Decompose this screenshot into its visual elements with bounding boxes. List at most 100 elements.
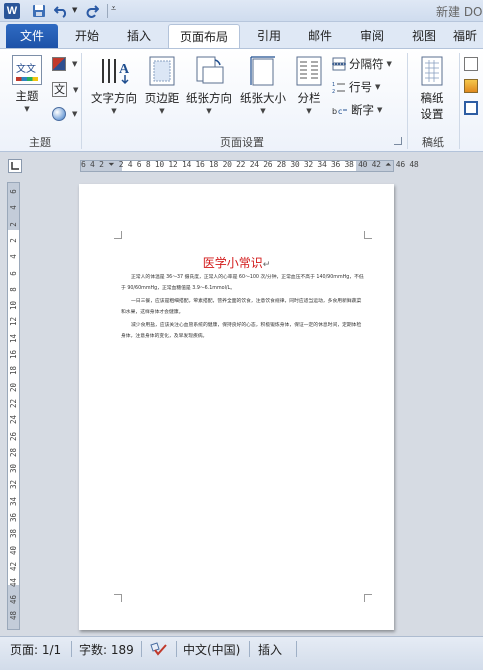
horizontal-ruler[interactable]: 6 4 2 ⏷ 2 4 6 8 10 12 14 16 18 20 22 24 … [80, 160, 419, 172]
undo-dropdown-caret[interactable]: ▼ [72, 6, 77, 14]
orientation-label: 纸张方向 [186, 91, 232, 105]
customize-quick-access-icon[interactable]: ⩡ [111, 4, 116, 14]
themes-button[interactable]: 文文 主题 ▼ [8, 55, 46, 113]
theme-colors-icon [52, 57, 66, 71]
document-paragraph[interactable]: 一日三餐，应该是粗细搭配，荤素搭配，营养全面的饮食，注意饮食规律，同时应适当运动… [121, 296, 366, 318]
vertical-ruler-number: 38 [9, 529, 18, 539]
word-app-icon[interactable]: W [4, 3, 20, 19]
page-color-icon [464, 79, 478, 93]
theme-effects-icon [52, 107, 66, 121]
tab-foxit[interactable]: 福昕 [453, 24, 483, 48]
page-color-button[interactable] [464, 79, 478, 93]
language-indicator[interactable]: 中文(中国) [183, 641, 240, 658]
vertical-ruler-number: 16 [9, 349, 18, 360]
watermark-button[interactable] [464, 57, 478, 71]
svg-text:1: 1 [332, 82, 335, 88]
breaks-icon [332, 57, 346, 71]
document-heading[interactable]: 医学小常识↵ [79, 254, 394, 271]
page-size-icon [250, 56, 275, 86]
line-numbers-icon: 12 [332, 82, 345, 94]
document-paragraph[interactable]: 正常人的体温是 36～37 摄氏度，正常人的心率是 60～100 次/分钟，正常… [121, 272, 366, 294]
line-numbers-label: 行号 [349, 80, 372, 94]
columns-label: 分栏 [297, 91, 321, 105]
tab-selector[interactable] [8, 159, 22, 173]
ruler-area: 6 4 2 ⏷ 2 4 6 8 10 12 14 16 18 20 22 24 … [0, 152, 483, 180]
vertical-ruler-number: 40 [9, 545, 18, 555]
word-count[interactable]: 字数: 189 [79, 641, 134, 658]
group-label-page-setup: 页面设置 [220, 136, 264, 149]
draft-paper-button[interactable]: 稿纸 设置 [412, 55, 452, 122]
tab-references[interactable]: 引用 [246, 24, 292, 48]
line-numbers-button[interactable]: 12 行号 ▼ [332, 79, 380, 95]
vertical-ruler[interactable]: 6 4 2 2 4 6 8 10 12 14 16 18 20 22 24 26 28 30 32 34 36 38 40 4… [7, 182, 20, 630]
draft-paper-label-line1: 稿纸 [420, 91, 444, 105]
vertical-ruler-number: 6 [9, 189, 18, 194]
vertical-ruler-number: 14 [9, 333, 18, 343]
horizontal-ruler-numbers: 6 4 2 ⏷ 2 4 6 8 10 12 14 16 18 20 22 24 … [81, 160, 419, 169]
breaks-label: 分隔符 [349, 57, 384, 71]
ribbon-page-layout: 文文 主题 ▼ ▼ 文 ▼ ▼ 主题 A 文字方向 ▼ 页边距 ▼ 纸张方向 ▼… [0, 48, 483, 152]
undo-icon[interactable] [53, 3, 69, 19]
tab-review[interactable]: 审阅 [349, 24, 395, 48]
save-icon[interactable] [31, 3, 47, 19]
svg-text:b: b [332, 107, 337, 116]
svg-text:2: 2 [332, 89, 335, 94]
themes-label: 主题 [15, 89, 39, 103]
svg-text:A: A [119, 62, 130, 77]
group-label-themes: 主题 [29, 136, 51, 149]
tab-view[interactable]: 视图 [401, 24, 447, 48]
text-direction-button[interactable]: A 文字方向 ▼ [88, 55, 140, 115]
vertical-ruler-number: 22 [9, 398, 18, 408]
page-count[interactable]: 页面: 1/1 [10, 641, 61, 658]
theme-fonts-icon: 文 [52, 82, 67, 97]
themes-icon: 文文 [12, 55, 42, 85]
insert-mode-indicator[interactable]: 插入 [258, 641, 282, 658]
proofing-icon[interactable] [149, 641, 169, 660]
tab-insert[interactable]: 插入 [116, 24, 162, 48]
vertical-ruler-number: 20 [9, 382, 18, 392]
page-size-button[interactable]: 纸张大小 ▼ [236, 55, 290, 115]
vertical-ruler-number: 10 [9, 301, 18, 311]
vertical-ruler-number: 30 [9, 464, 18, 474]
columns-button[interactable]: 分栏 ▼ [292, 55, 326, 115]
columns-icon [296, 56, 322, 86]
document-paragraph[interactable]: 减少食用盐，应该关注心血管系统的健康，保持良好的心态，积极锻炼身体，保证一定的休… [121, 320, 366, 342]
vertical-ruler-number: 42 [9, 561, 18, 571]
vertical-ruler-number: 8 [9, 287, 18, 292]
crop-mark [364, 594, 372, 602]
document-title: 新建 DO [436, 5, 483, 19]
vertical-ruler-number: 36 [9, 512, 18, 523]
vertical-ruler-number: 34 [9, 496, 18, 506]
vertical-ruler-number: 28 [9, 447, 18, 457]
page-borders-icon [464, 101, 478, 115]
tab-page-layout[interactable]: 页面布局 [168, 24, 240, 48]
paragraph-mark: ↵ [262, 260, 271, 270]
watermark-icon [464, 57, 478, 71]
quick-access-separator [107, 4, 108, 18]
orientation-icon [196, 56, 224, 84]
breaks-button[interactable]: 分隔符 ▼ [332, 56, 392, 72]
crop-mark [114, 594, 122, 602]
vertical-ruler-number: 2 [9, 221, 18, 227]
theme-effects-button[interactable]: ▼ [52, 107, 77, 121]
status-bar: 页面: 1/1 字数: 189 中文(中国) 插入 [0, 636, 483, 670]
document-page[interactable]: 医学小常识↵ 正常人的体温是 36～37 摄氏度，正常人的心率是 60～100 … [79, 184, 394, 630]
tab-file[interactable]: 文件 [6, 24, 58, 48]
orientation-button[interactable]: 纸张方向 ▼ [184, 55, 234, 115]
ribbon-tab-row: 文件 开始 插入 页面布局 引用 邮件 审阅 视图 福昕 [0, 22, 483, 48]
tab-home[interactable]: 开始 [64, 24, 110, 48]
page-setup-dialog-launcher[interactable] [394, 137, 402, 145]
title-bar: W ▼ ⩡ 新建 DO [0, 0, 483, 22]
vertical-ruler-number: 18 [9, 366, 18, 376]
margins-button[interactable]: 页边距 ▼ [142, 55, 182, 115]
tab-mailings[interactable]: 邮件 [297, 24, 343, 48]
vertical-ruler-number: 4 [9, 254, 18, 259]
vertical-ruler-number: 4 [9, 205, 18, 211]
theme-fonts-button[interactable]: 文 ▼ [52, 82, 78, 97]
theme-colors-button[interactable]: ▼ [52, 57, 77, 71]
page-borders-button[interactable] [464, 101, 478, 115]
crop-mark [364, 231, 372, 239]
redo-icon[interactable] [84, 3, 100, 19]
group-label-draft: 稿纸 [422, 136, 444, 149]
hyphenation-button[interactable]: bc 断字 ▼ [332, 102, 382, 118]
